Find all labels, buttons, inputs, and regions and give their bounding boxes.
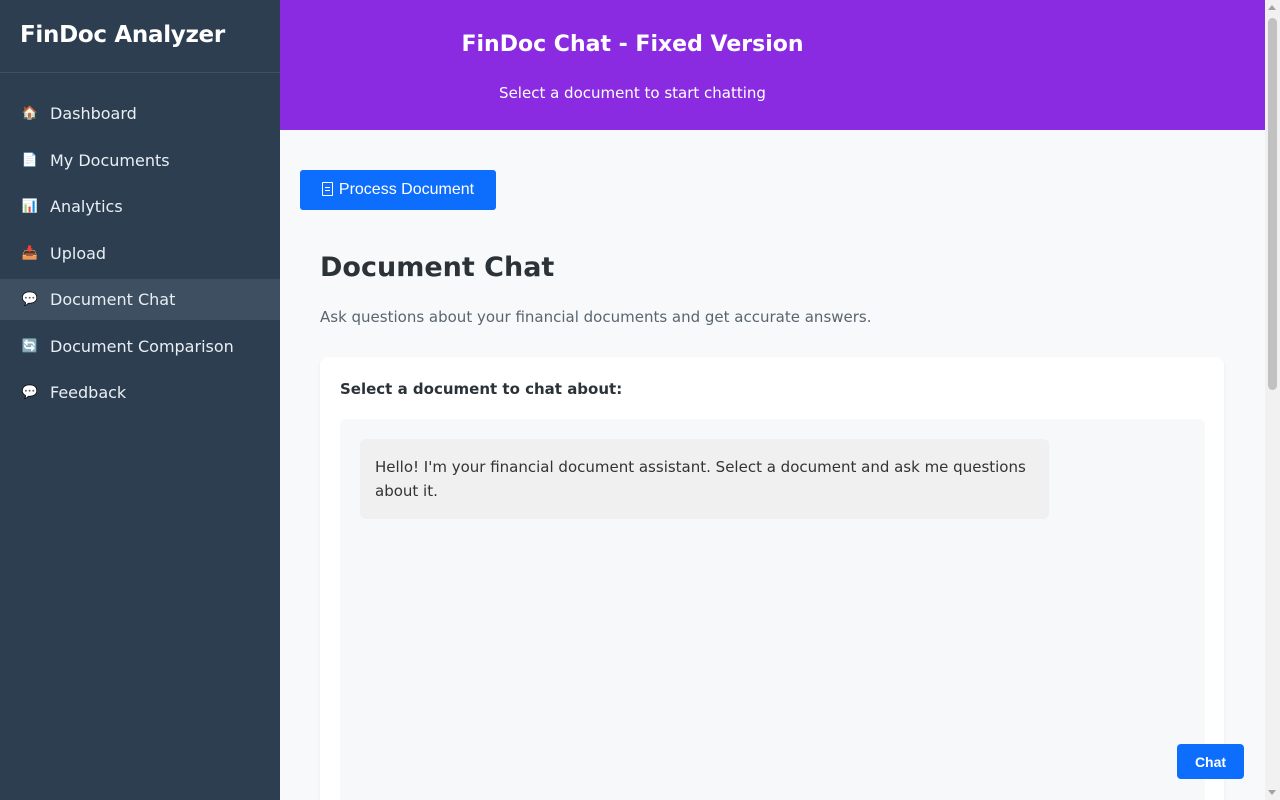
sidebar-item-analytics[interactable]: 📊 Analytics	[0, 186, 280, 227]
sidebar-item-my-documents[interactable]: 📄 My Documents	[0, 140, 280, 181]
scroll-down-arrow-icon[interactable]	[1268, 790, 1276, 795]
sidebar-item-label: Dashboard	[50, 104, 137, 123]
sidebar: FinDoc Analyzer 🏠 Dashboard 📄 My Documen…	[0, 0, 280, 800]
sidebar-item-document-comparison[interactable]: 🔄 Document Comparison	[0, 326, 280, 367]
sidebar-item-label: Feedback	[50, 383, 127, 402]
inbox-tray-icon: 📥	[21, 245, 39, 261]
sidebar-item-label: Analytics	[50, 197, 123, 216]
speech-balloon-icon: 💬	[21, 385, 39, 400]
sidebar-item-label: Document Chat	[50, 290, 176, 309]
process-document-label: Process Document	[338, 181, 475, 198]
app-brand: FinDoc Analyzer	[0, 0, 280, 73]
sidebar-item-feedback[interactable]: 💬 Feedback	[0, 372, 280, 413]
document-select-label: Select a document to chat about:	[340, 380, 623, 398]
banner-subtitle: Select a document to start chatting	[499, 84, 766, 102]
page-description: Ask questions about your financial docum…	[320, 308, 872, 326]
bar-chart-icon: 📊	[21, 199, 39, 214]
page-scrollbar[interactable]	[1265, 0, 1280, 800]
chat-banner: FinDoc Chat - Fixed Version Select a doc…	[280, 0, 1265, 130]
scrollbar-thumb[interactable]	[1268, 18, 1277, 390]
sidebar-item-dashboard[interactable]: 🏠 Dashboard	[0, 93, 280, 134]
banner-title: FinDoc Chat - Fixed Version	[461, 32, 804, 57]
sidebar-item-label: Upload	[50, 243, 107, 263]
sidebar-nav: 🏠 Dashboard 📄 My Documents 📊 Analytics 📥…	[0, 73, 280, 413]
sidebar-item-upload[interactable]: 📥 Upload	[0, 233, 280, 274]
document-icon	[321, 181, 333, 196]
page-title: Document Chat	[320, 252, 555, 283]
main-content: FinDoc Chat - Fixed Version Select a doc…	[280, 0, 1265, 800]
document-icon: 📄	[21, 152, 39, 168]
chat-card: Select a document to chat about: Hello! …	[320, 357, 1224, 800]
process-document-button[interactable]: Process Document	[300, 170, 496, 210]
house-icon: 🏠	[21, 106, 39, 121]
chat-floating-button[interactable]: Chat	[1177, 744, 1244, 779]
speech-balloon-icon: 💬	[21, 292, 39, 307]
sync-arrows-icon: 🔄	[21, 338, 39, 354]
sidebar-item-label: My Documents	[50, 150, 170, 170]
chat-messages[interactable]: Hello! I'm your financial document assis…	[340, 419, 1205, 800]
scroll-up-arrow-icon[interactable]	[1268, 5, 1276, 10]
sidebar-item-label: Document Comparison	[50, 336, 234, 356]
sidebar-item-document-chat[interactable]: 💬 Document Chat	[0, 279, 280, 320]
assistant-message: Hello! I'm your financial document assis…	[360, 439, 1049, 519]
